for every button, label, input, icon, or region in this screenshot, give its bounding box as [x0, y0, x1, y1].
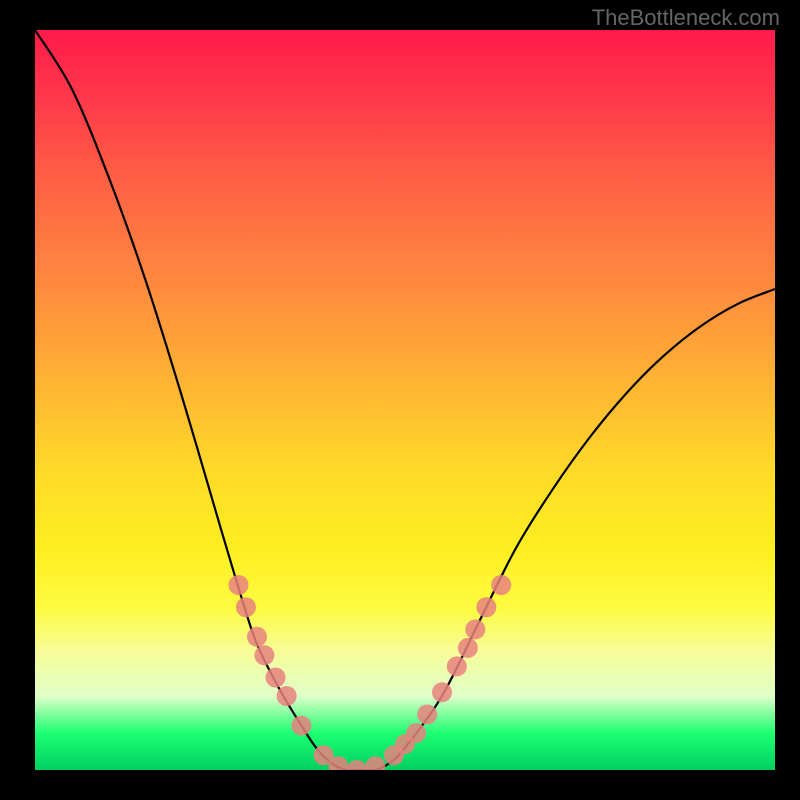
curve-marker: [417, 705, 437, 725]
curve-marker: [406, 723, 426, 743]
watermark-text: TheBottleneck.com: [592, 5, 780, 31]
bottleneck-curve-svg: [35, 30, 775, 770]
curve-marker: [266, 668, 286, 688]
curve-marker: [277, 686, 297, 706]
curve-marker: [465, 619, 485, 639]
curve-markers: [229, 575, 512, 770]
curve-marker: [254, 645, 274, 665]
curve-marker: [236, 597, 256, 617]
curve-marker: [447, 656, 467, 676]
curve-marker: [291, 716, 311, 736]
bottleneck-curve-path: [35, 30, 775, 770]
curve-marker: [458, 638, 478, 658]
curve-marker: [476, 597, 496, 617]
curve-marker: [347, 760, 367, 770]
curve-marker: [491, 575, 511, 595]
curve-marker: [229, 575, 249, 595]
curve-marker: [247, 627, 267, 647]
curve-marker: [365, 756, 385, 770]
chart-plot-area: [35, 30, 775, 770]
curve-marker: [432, 682, 452, 702]
